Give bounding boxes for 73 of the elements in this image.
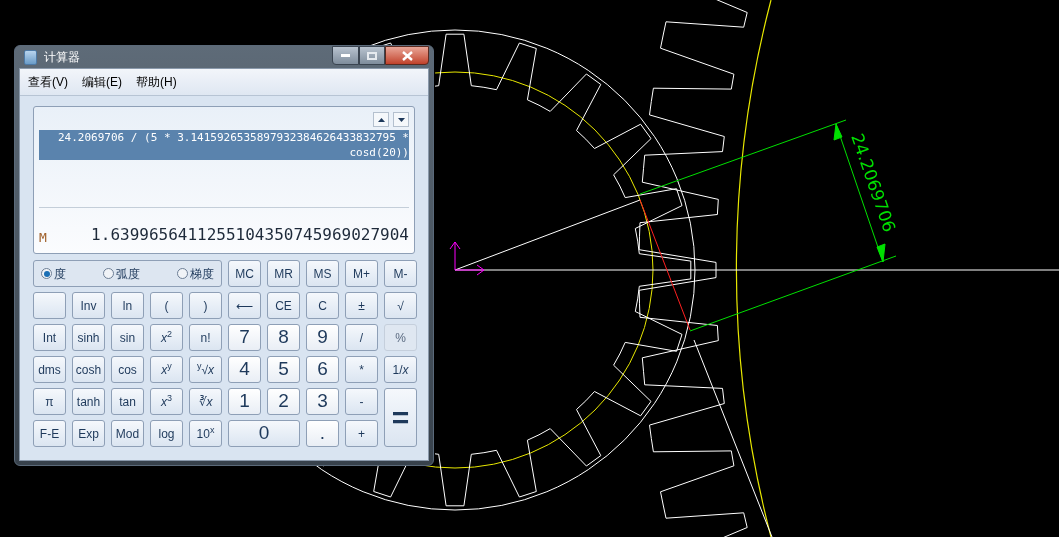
calculator-key[interactable]: / bbox=[345, 324, 378, 351]
calculator-key[interactable]: MC bbox=[228, 260, 261, 287]
calculator-key[interactable]: 1 bbox=[228, 388, 261, 415]
calculator-key[interactable]: . bbox=[306, 420, 339, 447]
calculator-key[interactable]: 3 bbox=[306, 388, 339, 415]
maximize-icon bbox=[367, 51, 377, 60]
calculator-key[interactable]: 5 bbox=[267, 356, 300, 383]
axis-icon bbox=[449, 241, 485, 276]
calculator-key[interactable]: π bbox=[33, 388, 66, 415]
calculator-key[interactable]: 6 bbox=[306, 356, 339, 383]
triangle-down-icon bbox=[397, 117, 405, 122]
calculator-key[interactable]: cos bbox=[111, 356, 144, 383]
calculator-key[interactable]: √ bbox=[384, 292, 417, 319]
calculator-key[interactable]: ln bbox=[111, 292, 144, 319]
calculator-key[interactable]: 0 bbox=[228, 420, 300, 447]
scroll-down-button[interactable] bbox=[393, 112, 409, 127]
calculator-key[interactable]: = bbox=[384, 388, 417, 447]
triangle-up-icon bbox=[377, 117, 385, 122]
calculator-key[interactable]: MS bbox=[306, 260, 339, 287]
calculator-key[interactable]: 8 bbox=[267, 324, 300, 351]
window-title: 计算器 bbox=[44, 49, 80, 66]
calculator-key[interactable]: ( bbox=[150, 292, 183, 319]
calculator-key[interactable]: tanh bbox=[72, 388, 105, 415]
calculator-key[interactable]: ⟵ bbox=[228, 292, 261, 319]
calculator-key[interactable]: Int bbox=[33, 324, 66, 351]
calculator-key[interactable]: Inv bbox=[72, 292, 105, 319]
calculator-key[interactable]: - bbox=[345, 388, 378, 415]
expression-text: 24.2069706 / (5 * 3.1415926535897932384626433832795 * cosd(20)) bbox=[39, 130, 409, 160]
result-value: 1.6399656411255104350745969027904 bbox=[91, 224, 409, 246]
calculator-key[interactable]: ) bbox=[189, 292, 222, 319]
calculator-key[interactable]: F-E bbox=[33, 420, 66, 447]
calculator-key[interactable]: n! bbox=[189, 324, 222, 351]
calculator-key[interactable]: ∛x bbox=[189, 388, 222, 415]
minimize-button[interactable] bbox=[332, 46, 359, 65]
calculator-key[interactable]: MR bbox=[267, 260, 300, 287]
calculator-key[interactable]: * bbox=[345, 356, 378, 383]
calculator-key[interactable]: sin bbox=[111, 324, 144, 351]
calculator-key[interactable]: x$^{3}$ bbox=[150, 388, 183, 415]
calculator-key[interactable]: 10$^{x}$ bbox=[189, 420, 222, 447]
calculator-key[interactable]: sinh bbox=[72, 324, 105, 351]
calculator-key[interactable]: 7 bbox=[228, 324, 261, 351]
menu-item[interactable]: 查看(V) bbox=[28, 73, 68, 91]
calculator-key[interactable]: 1/x bbox=[384, 356, 417, 383]
calculator-key[interactable]: + bbox=[345, 420, 378, 447]
maximize-button[interactable] bbox=[359, 46, 385, 65]
calculator-key[interactable]: dms bbox=[33, 356, 66, 383]
calculator-key[interactable]: 4 bbox=[228, 356, 261, 383]
calculator-key[interactable]: Mod bbox=[111, 420, 144, 447]
close-icon bbox=[401, 50, 413, 61]
angle-unit-radio[interactable]: 度 bbox=[41, 264, 66, 283]
menu-item[interactable]: 编辑(E) bbox=[82, 73, 122, 91]
calculator-key[interactable]: CE bbox=[267, 292, 300, 319]
minimize-icon bbox=[341, 54, 350, 57]
memory-indicator: M bbox=[39, 228, 47, 247]
calculator-key[interactable]: tan bbox=[111, 388, 144, 415]
calculator-key[interactable]: log bbox=[150, 420, 183, 447]
calculator-key[interactable]: M+ bbox=[345, 260, 378, 287]
calculator-key[interactable]: 9 bbox=[306, 324, 339, 351]
angle-unit-radio[interactable]: 弧度 bbox=[103, 264, 140, 283]
calculator-key[interactable]: 2 bbox=[267, 388, 300, 415]
angle-unit-radio[interactable]: 梯度 bbox=[177, 264, 214, 283]
calculator-key[interactable]: C bbox=[306, 292, 339, 319]
scroll-up-button[interactable] bbox=[373, 112, 389, 127]
calculator-key[interactable]: ± bbox=[345, 292, 378, 319]
calculator-key[interactable]: Exp bbox=[72, 420, 105, 447]
menu-item[interactable]: 帮助(H) bbox=[136, 73, 177, 91]
calculator-key[interactable]: $^{y}$√x bbox=[189, 356, 222, 383]
calculator-key[interactable]: M- bbox=[384, 260, 417, 287]
calculator-key[interactable]: x$^{y}$ bbox=[150, 356, 183, 383]
calculator-icon bbox=[24, 49, 37, 65]
calculator-key[interactable]: x$^{2}$ bbox=[150, 324, 183, 351]
close-button[interactable] bbox=[385, 46, 429, 65]
calculator-key[interactable]: cosh bbox=[72, 356, 105, 383]
